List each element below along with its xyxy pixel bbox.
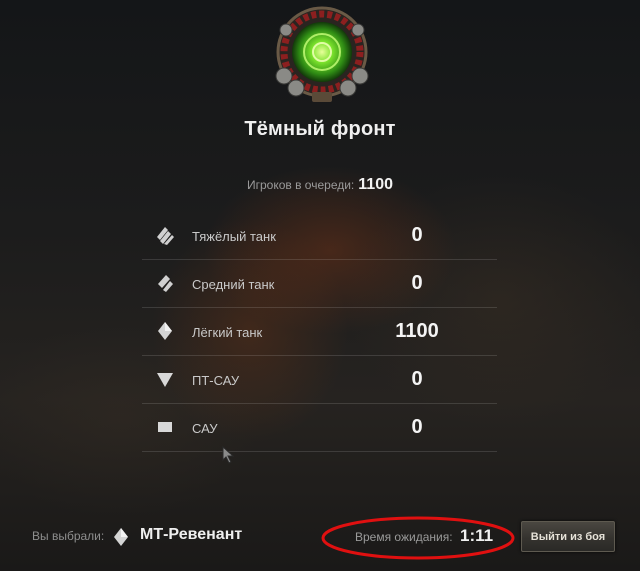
queue-label: Игроков в очереди: [246, 178, 355, 192]
wait-time-label: Время ожидания: [355, 530, 453, 544]
class-row-heavy: Тяжёлый танк 0 [142, 212, 497, 260]
selected-vehicle-name: МТ-Ревенант [140, 526, 243, 543]
class-count: 1100 [395, 320, 439, 342]
vehicle-class-table: Тяжёлый танк 0 Средний танк 0 Лёгкий тан… [142, 212, 497, 452]
light-tank-icon [114, 528, 128, 546]
queue-count: 1100 [358, 176, 393, 193]
leave-battle-button[interactable]: Выйти из боя [521, 521, 615, 552]
wait-time-value: 1:11 [460, 526, 494, 545]
tank-destroyer-icon [157, 373, 173, 387]
class-row-medium: Средний танк 0 [142, 260, 497, 308]
class-count: 0 [411, 416, 423, 438]
class-label: ПТ-САУ [192, 373, 240, 388]
spg-icon [158, 422, 172, 432]
light-tank-icon [158, 322, 172, 340]
heavy-tank-icon [157, 227, 174, 245]
class-row-spg: САУ 0 [142, 404, 497, 452]
class-count: 0 [411, 272, 423, 294]
class-label: Средний танк [192, 277, 275, 292]
class-count: 0 [411, 368, 423, 390]
class-row-light: Лёгкий танк 1100 [142, 308, 497, 356]
selected-label: Вы выбрали: [32, 529, 105, 543]
class-count: 0 [411, 224, 423, 246]
class-label: Тяжёлый танк [192, 229, 276, 244]
mode-emblem-icon [275, 6, 369, 102]
queue-total: Игроков в очереди: 1100 [0, 176, 640, 194]
class-label: Лёгкий танк [192, 325, 263, 340]
medium-tank-icon [158, 275, 173, 292]
class-label: САУ [192, 421, 218, 436]
mouse-cursor-icon [222, 446, 235, 464]
class-row-td: ПТ-САУ 0 [142, 356, 497, 404]
mode-title: Тёмный фронт [244, 118, 396, 140]
